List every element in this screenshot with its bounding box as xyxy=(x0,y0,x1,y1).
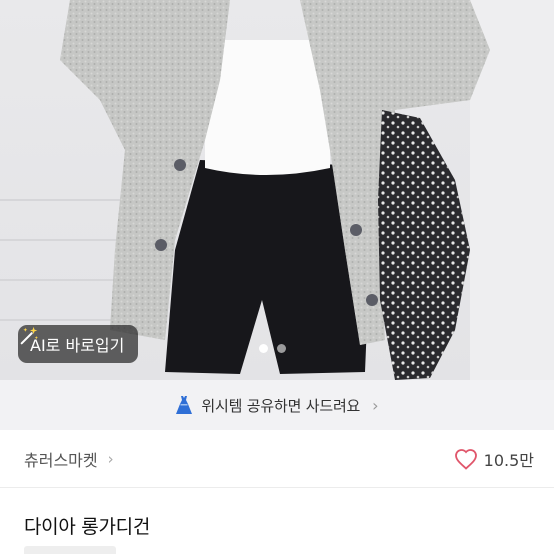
like-button[interactable]: 10.5만 xyxy=(454,447,534,471)
like-count: 10.5만 xyxy=(483,450,534,470)
product-price-cropped xyxy=(24,546,116,554)
product-title: 다이아 롱가디건 xyxy=(24,516,151,538)
heart-icon xyxy=(454,448,477,470)
ai-try-on-label: AI로 바로입기 xyxy=(30,336,125,355)
shop-link[interactable]: 츄러스마켓 › xyxy=(24,447,114,471)
wishlist-share-banner[interactable]: 위시템 공유하면 사드려요 › xyxy=(0,380,554,430)
magic-wand-icon xyxy=(20,326,38,345)
product-photo[interactable]: AI로 바로입기 xyxy=(0,0,554,380)
wishlist-share-text: 위시템 공유하면 사드려요 xyxy=(201,396,361,415)
dress-icon xyxy=(176,396,193,414)
carousel-dot[interactable] xyxy=(277,344,286,353)
shop-row: 츄러스마켓 › 10.5만 xyxy=(0,430,554,488)
chevron-right-icon: › xyxy=(372,395,379,415)
carousel-dot-active[interactable] xyxy=(259,344,268,353)
product-image-illustration xyxy=(0,0,554,380)
carousel-indicator xyxy=(259,344,286,353)
chevron-right-icon: › xyxy=(107,449,114,468)
shop-name: 츄러스마켓 xyxy=(24,450,98,470)
ai-try-on-button[interactable]: AI로 바로입기 xyxy=(18,325,139,363)
